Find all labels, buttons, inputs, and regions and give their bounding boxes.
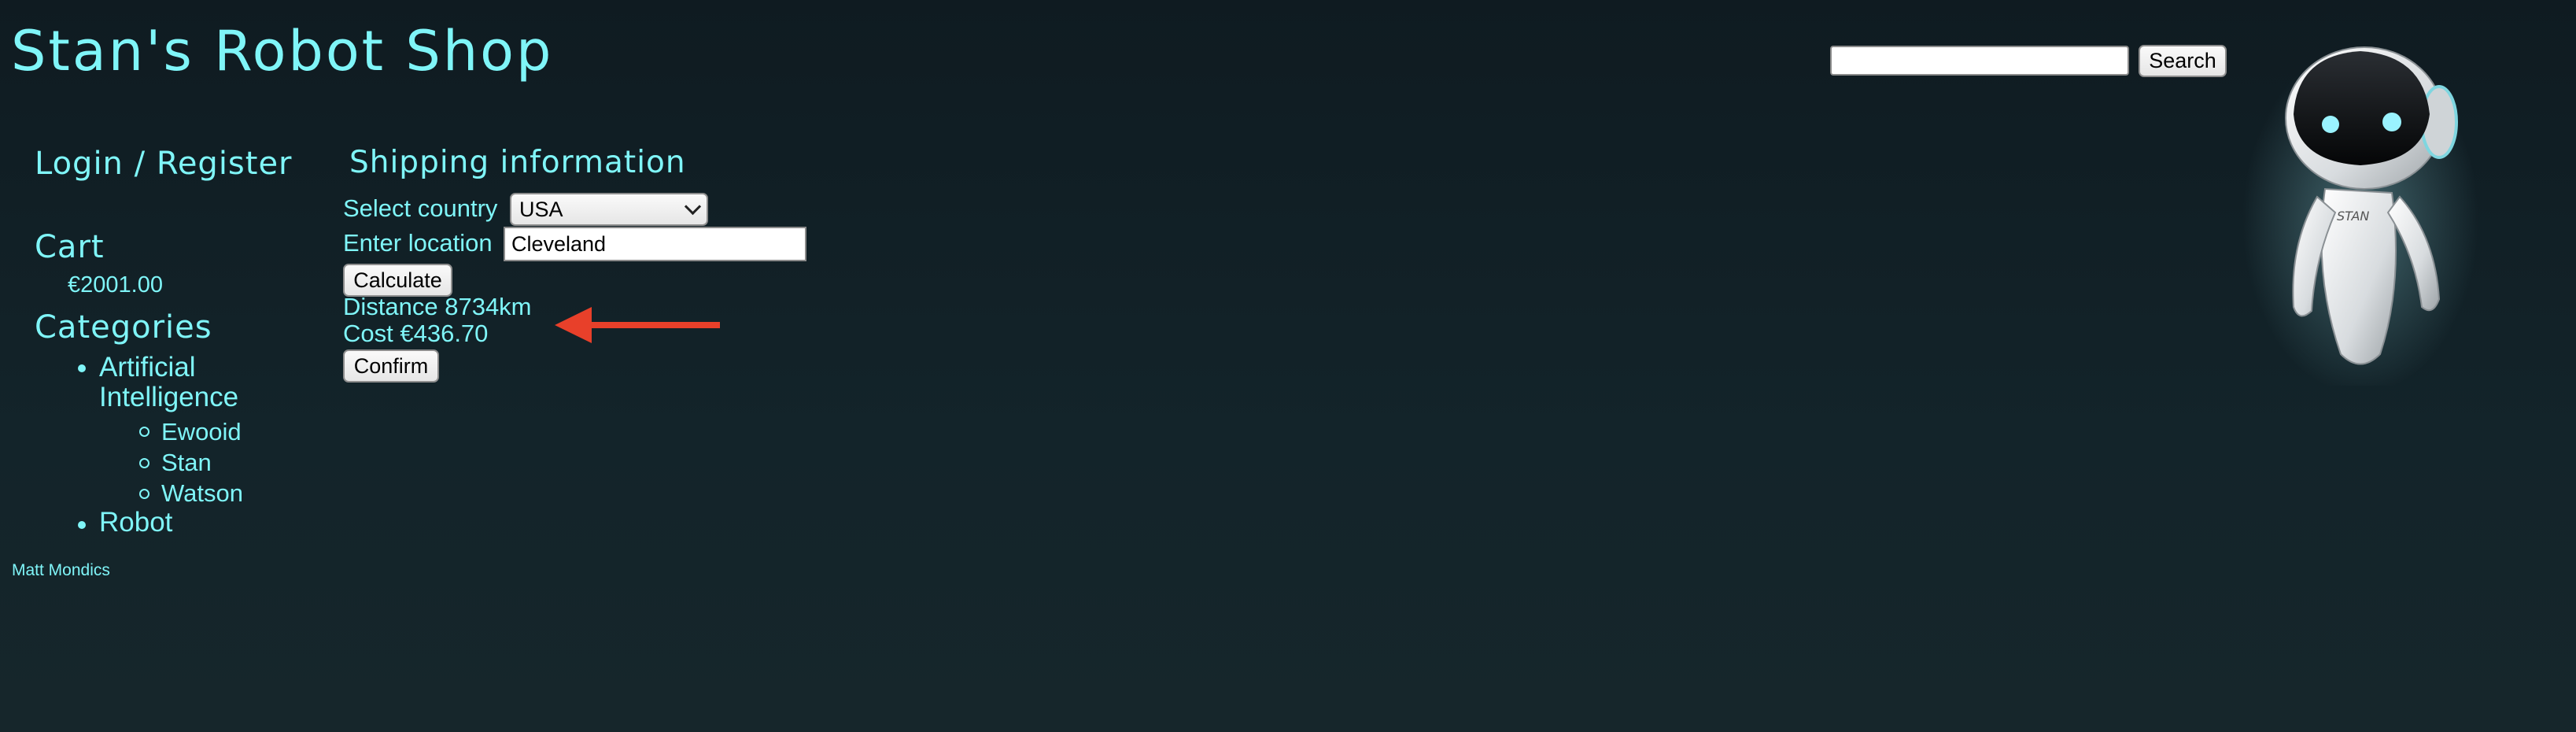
category-item-stan[interactable]: Stan [161, 448, 212, 478]
list-bullet-icon [78, 364, 86, 372]
annotation-arrow-icon [555, 307, 720, 343]
chevron-down-icon [684, 198, 702, 216]
category-item-ewooid[interactable]: Ewooid [161, 417, 242, 447]
svg-text:STAN: STAN [2337, 209, 2369, 224]
category-item-watson[interactable]: Watson [161, 479, 243, 508]
location-input[interactable] [504, 227, 806, 261]
country-select[interactable]: USA [510, 193, 708, 226]
category-robot[interactable]: Robot [99, 508, 172, 538]
search-button[interactable]: Search [2139, 45, 2227, 77]
location-label: Enter location [343, 229, 493, 257]
cost-text: Cost €436.70 [343, 320, 489, 347]
country-selected-value: USA [519, 198, 563, 221]
list-circle-icon [139, 489, 149, 499]
robot-mascot-image: STAN [2242, 46, 2478, 386]
confirm-button[interactable]: Confirm [343, 349, 439, 383]
country-label: Select country [343, 194, 498, 222]
site-title[interactable]: Stan's Robot Shop [11, 19, 553, 83]
list-bullet-icon [78, 521, 86, 529]
categories-heading: Categories [35, 309, 212, 346]
search-input[interactable] [1830, 46, 2129, 76]
cart-total: €2001.00 [68, 272, 163, 298]
category-artificial-intelligence[interactable]: Artificial Intelligence [99, 353, 272, 412]
shipping-heading: Shipping information [349, 145, 686, 180]
author-credit: Matt Mondics [12, 561, 110, 579]
cart-link[interactable]: Cart [35, 228, 105, 266]
login-register-link[interactable]: Login / Register [35, 145, 294, 183]
list-circle-icon [139, 458, 149, 468]
calculate-button[interactable]: Calculate [343, 264, 452, 297]
list-circle-icon [139, 427, 149, 437]
distance-text: Distance 8734km [343, 293, 532, 320]
